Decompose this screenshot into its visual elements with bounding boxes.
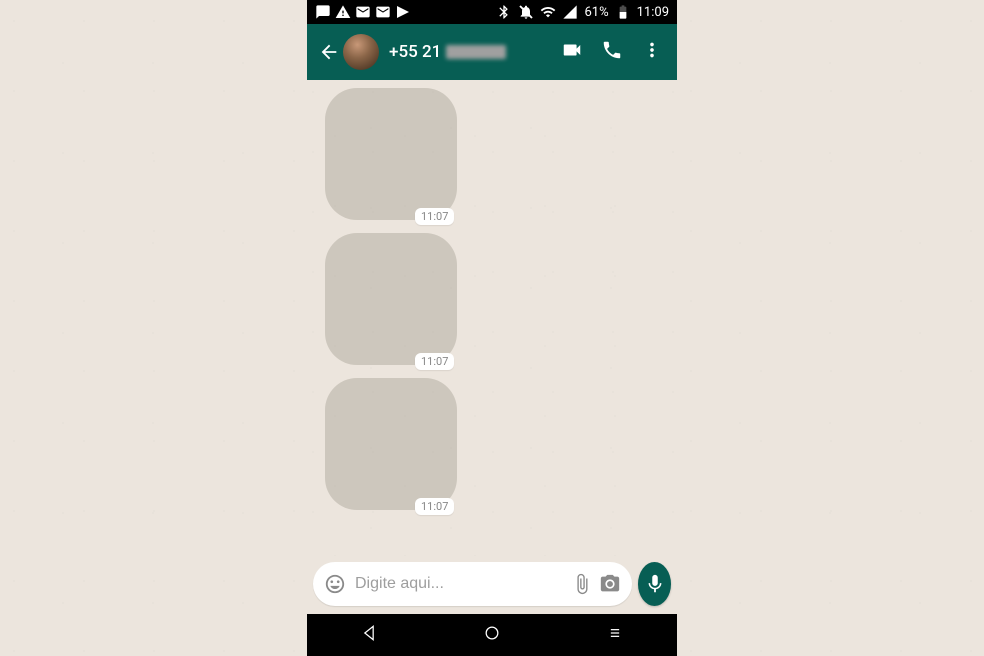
background-left <box>0 0 307 656</box>
background-right <box>677 0 984 656</box>
chat-messages[interactable]: 11:07 11:07 11:07 <box>307 80 677 556</box>
contact-number-prefix: +55 21 <box>389 42 441 62</box>
message-item[interactable]: 11:07 <box>315 233 669 370</box>
battery-pct: 61% <box>584 5 608 20</box>
sticker-placeholder <box>325 233 457 365</box>
contact-title[interactable]: +55 21 <box>389 42 561 62</box>
chat-header: +55 21 <box>307 24 677 80</box>
video-call-button[interactable] <box>561 39 583 65</box>
more-menu-button[interactable] <box>641 39 663 65</box>
signal-icon <box>562 4 578 20</box>
message-item[interactable]: 11:07 <box>315 88 669 225</box>
message-icon <box>315 4 331 20</box>
play-icon <box>395 4 411 20</box>
avatar[interactable] <box>343 34 379 70</box>
warning-icon <box>335 4 351 20</box>
sticker-placeholder <box>325 378 457 510</box>
clock-time: 11:09 <box>637 5 669 20</box>
message-timestamp: 11:07 <box>415 353 454 370</box>
mute-icon <box>518 4 534 20</box>
gmail-icon <box>355 4 371 20</box>
message-timestamp: 11:07 <box>415 498 454 515</box>
back-button[interactable] <box>315 32 343 72</box>
phone-frame: 61% 11:09 +55 21 11:07 11:07 11 <box>307 0 677 656</box>
wifi-icon <box>540 4 556 20</box>
mail-icon <box>375 4 391 20</box>
nav-home-button[interactable] <box>482 623 502 647</box>
sticker-placeholder <box>325 88 457 220</box>
message-input[interactable] <box>349 575 568 593</box>
input-bar <box>307 556 677 614</box>
attach-button[interactable] <box>568 570 596 598</box>
status-bar: 61% 11:09 <box>307 0 677 24</box>
message-item[interactable]: 11:07 <box>315 378 669 515</box>
bluetooth-icon <box>496 4 512 20</box>
camera-button[interactable] <box>596 570 624 598</box>
emoji-button[interactable] <box>321 570 349 598</box>
nav-back-button[interactable] <box>359 623 379 647</box>
battery-icon <box>615 4 631 20</box>
voice-call-button[interactable] <box>601 39 623 65</box>
nav-recent-button[interactable] <box>605 623 625 647</box>
mic-button[interactable] <box>638 562 671 606</box>
message-timestamp: 11:07 <box>415 208 454 225</box>
redacted-number <box>446 45 506 59</box>
input-box <box>313 562 632 606</box>
android-nav-bar <box>307 614 677 656</box>
